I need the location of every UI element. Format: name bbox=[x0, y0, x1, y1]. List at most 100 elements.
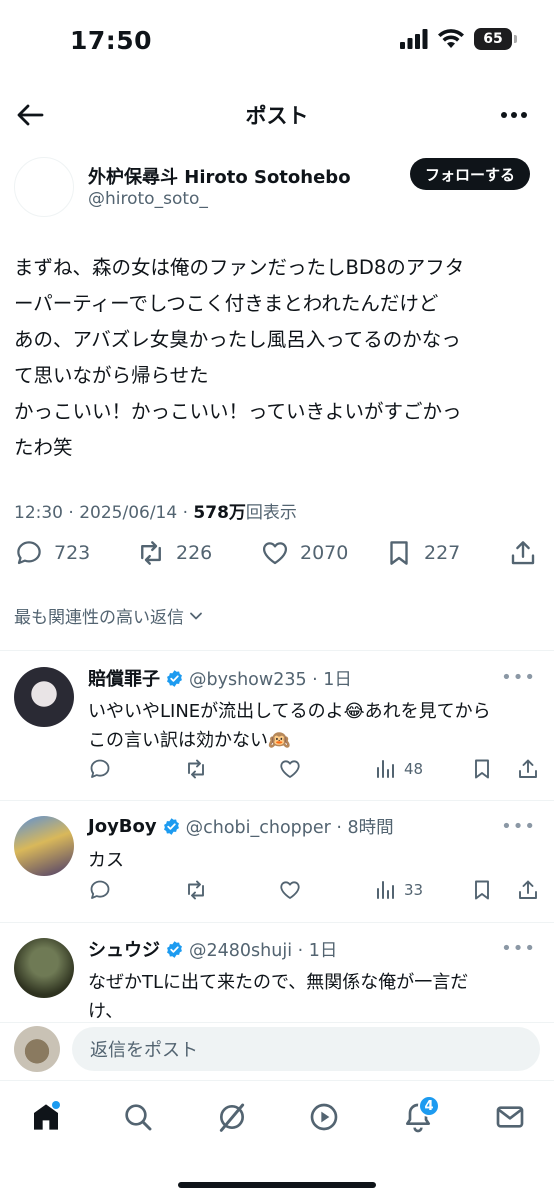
status-bar: 17:50 65 bbox=[0, 0, 554, 84]
repost-icon bbox=[141, 541, 161, 565]
reply-avatar[interactable] bbox=[14, 938, 74, 998]
reply-sort-label: 最も関連性の高い返信 bbox=[14, 608, 184, 628]
verified-badge-icon bbox=[163, 818, 179, 835]
reply-author-handle: @chobi_chopper · 8時間 bbox=[185, 818, 394, 838]
reply-like-button[interactable] bbox=[278, 878, 302, 902]
author-avatar[interactable] bbox=[14, 157, 74, 217]
reply-text-line: なぜかTLに出て来たので、無関係な俺が一言だ bbox=[88, 972, 469, 993]
share-icon bbox=[519, 759, 537, 778]
reply-sort-selector[interactable]: 最も関連性の高い返信 bbox=[14, 603, 204, 628]
reply-icon bbox=[17, 541, 41, 565]
divider bbox=[0, 800, 554, 801]
reply-author-name[interactable]: JoyBoy bbox=[88, 816, 157, 837]
reply-text: なぜかTLに出て来たので、無関係な俺が一言だ け、 bbox=[88, 968, 548, 1026]
repost-action[interactable]: 226 bbox=[136, 538, 212, 568]
battery-level: 65 bbox=[483, 31, 503, 47]
notification-badge: 4 bbox=[418, 1095, 440, 1117]
reply-like-button[interactable] bbox=[278, 757, 302, 781]
reply-bookmark-button[interactable] bbox=[470, 757, 494, 781]
more-dots-icon bbox=[501, 112, 527, 118]
heart-icon bbox=[280, 881, 300, 899]
bookmark-icon bbox=[475, 880, 489, 900]
reply-avatar[interactable] bbox=[14, 667, 74, 727]
play-circle-icon bbox=[310, 1103, 338, 1131]
reply-text-line: この言い訳は効かない🙉 bbox=[88, 730, 291, 751]
reply-actions: 48 bbox=[88, 757, 548, 787]
reply-item[interactable]: 賠償罪子 @byshow235 · 1日 ••• いやいやLINEが流出してるの… bbox=[0, 665, 554, 795]
follow-button[interactable]: フォローする bbox=[409, 158, 530, 190]
post-text-line: ーパーティーでしつこく付きまとわれたんだけど bbox=[14, 292, 439, 315]
divider bbox=[0, 650, 554, 651]
tab-video[interactable] bbox=[300, 1093, 348, 1141]
status-time: 17:50 bbox=[70, 26, 153, 55]
tab-messages[interactable] bbox=[486, 1093, 534, 1141]
grok-icon bbox=[219, 1103, 245, 1132]
more-options-button[interactable] bbox=[498, 100, 530, 130]
reply-bookmark-button[interactable] bbox=[470, 878, 494, 902]
post-text: まずね、森の女は俺のファンだったしBD8のアフタ ーパーティーでしつこく付きまと… bbox=[14, 250, 544, 466]
view-count: 578万 bbox=[193, 503, 246, 523]
reply-header: 賠償罪子 @byshow235 · 1日 bbox=[88, 665, 352, 691]
share-icon bbox=[511, 541, 535, 565]
reply-item[interactable]: シュウジ @2480shuji · 1日 ••• なぜかTLに出て来たので、無関… bbox=[0, 936, 554, 1022]
status-icons: 65 bbox=[400, 28, 517, 50]
verified-badge-icon bbox=[167, 940, 182, 958]
reply-count: 723 bbox=[54, 542, 91, 564]
reply-repost-button[interactable] bbox=[184, 878, 208, 902]
reply-text: カス bbox=[88, 846, 548, 875]
share-action[interactable] bbox=[508, 538, 538, 568]
home-indicator bbox=[178, 1182, 376, 1188]
reply-share-button[interactable] bbox=[516, 878, 540, 902]
heart-icon bbox=[280, 760, 300, 778]
reply-views-button[interactable]: 33 bbox=[374, 878, 423, 902]
reply-author-name[interactable]: シュウジ bbox=[88, 936, 160, 962]
reply-action[interactable]: 723 bbox=[14, 538, 90, 568]
reply-author-handle: @byshow235 · 1日 bbox=[189, 669, 352, 690]
bookmark-icon bbox=[475, 759, 489, 779]
reply-author-name[interactable]: 賠償罪子 bbox=[88, 665, 160, 691]
chevron-down-icon bbox=[190, 612, 202, 619]
signal-icon bbox=[400, 29, 428, 49]
reply-view-count: 33 bbox=[404, 881, 424, 899]
battery-indicator: 65 bbox=[474, 28, 517, 50]
author-handle[interactable]: @hiroto_soto_ bbox=[88, 189, 208, 209]
reply-share-button[interactable] bbox=[516, 757, 540, 781]
verified-badge-icon bbox=[167, 669, 182, 687]
reply-text-line: いやいやLINEが流出してるのよ😂あれを見てから bbox=[88, 701, 491, 722]
bookmark-count: 227 bbox=[424, 542, 461, 564]
reply-input[interactable]: 返信をポスト bbox=[72, 1027, 540, 1071]
reply-more-button[interactable]: ••• bbox=[501, 816, 536, 837]
like-action[interactable]: 2070 bbox=[260, 538, 348, 568]
bookmark-action[interactable]: 227 bbox=[384, 538, 460, 568]
post-timestamp[interactable]: 12:30 · 2025/06/14 · bbox=[14, 503, 193, 523]
page-title: ポスト bbox=[245, 104, 309, 128]
post-text-line: まずね、森の女は俺のファンだったしBD8のアフタ bbox=[14, 256, 465, 279]
analytics-icon bbox=[377, 760, 394, 778]
home-new-indicator bbox=[52, 1101, 60, 1109]
post-text-line: て思いながら帰らせた bbox=[14, 364, 209, 387]
reply-repost-button[interactable] bbox=[184, 757, 208, 781]
repost-count: 226 bbox=[176, 542, 213, 564]
search-icon bbox=[125, 1104, 152, 1131]
reply-author-handle: @2480shuji · 1日 bbox=[189, 940, 338, 961]
tab-notifications[interactable]: 4 bbox=[394, 1093, 442, 1141]
reply-avatar[interactable] bbox=[14, 816, 74, 876]
reply-more-button[interactable]: ••• bbox=[501, 938, 536, 959]
reply-item[interactable]: JoyBoy @chobi_chopper · 8時間 ••• カス 33 bbox=[0, 814, 554, 914]
reply-reply-button[interactable] bbox=[88, 757, 112, 781]
reply-views-button[interactable]: 48 bbox=[374, 757, 423, 781]
reply-view-count: 48 bbox=[404, 760, 424, 778]
post-header: ポスト bbox=[0, 90, 554, 140]
reply-header: シュウジ @2480shuji · 1日 bbox=[88, 936, 337, 962]
analytics-icon bbox=[377, 881, 394, 899]
post-text-line: あの、アバズレ女臭かったし風呂入ってるのかなっ bbox=[14, 328, 461, 351]
tab-grok[interactable] bbox=[208, 1093, 256, 1141]
author-name[interactable]: 外枦保尋斗 Hiroto Sotohebo bbox=[88, 163, 351, 189]
tab-search[interactable] bbox=[114, 1093, 162, 1141]
reply-more-button[interactable]: ••• bbox=[501, 667, 536, 688]
wifi-icon bbox=[438, 29, 464, 48]
reply-reply-button[interactable] bbox=[88, 878, 112, 902]
user-avatar[interactable] bbox=[14, 1026, 60, 1072]
tab-home[interactable] bbox=[22, 1093, 70, 1141]
divider bbox=[0, 922, 554, 923]
